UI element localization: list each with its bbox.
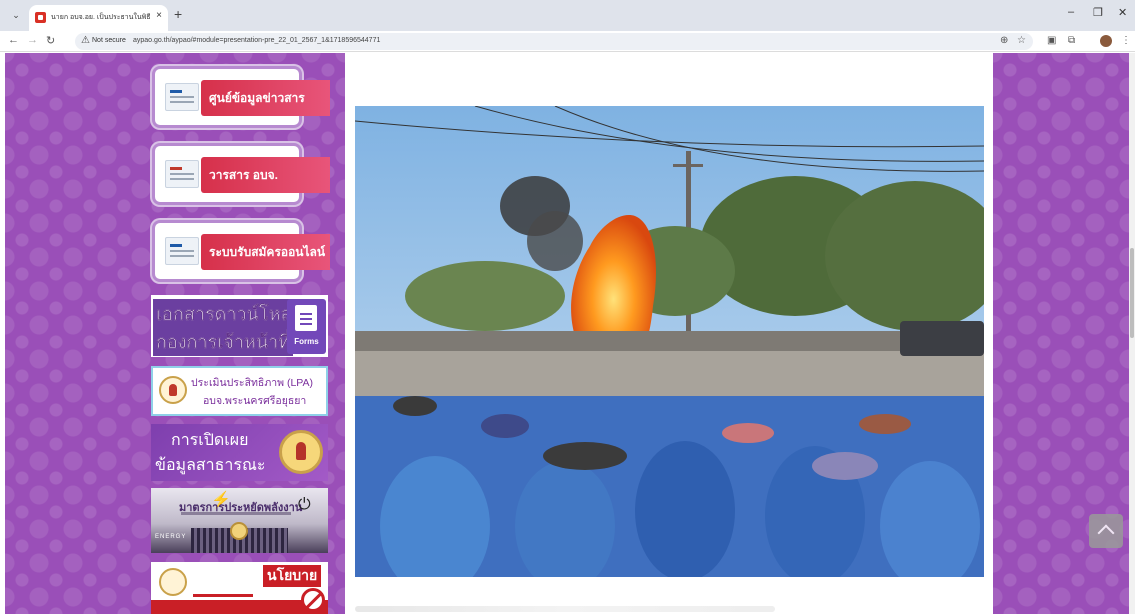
- policy-banner-headline: นโยบาย: [263, 565, 322, 587]
- forms-banner-line2: กองการเจ้าหน้าที่: [153, 327, 294, 356]
- site-favicon-icon: [35, 12, 46, 23]
- news-photo: [355, 106, 984, 577]
- window-close-button[interactable]: ✕: [1118, 6, 1127, 19]
- menu-kebab-icon[interactable]: ⋮: [1121, 35, 1131, 46]
- lpa-banner-line2: อบจ.พระนครศรีอยุธยา: [203, 395, 307, 407]
- online-application-label: ระบบรับสมัครออนไลน์: [201, 234, 330, 270]
- back-arrow-icon[interactable]: ←: [8, 34, 19, 46]
- online-application-link[interactable]: ระบบรับสมัครออนไลน์: [152, 220, 330, 282]
- page-scrollbar[interactable]: [1129, 53, 1135, 614]
- energy-banner-label: ENERGY: [155, 534, 187, 540]
- caption-placeholder: [355, 606, 775, 612]
- fire-drill-photo: [355, 106, 984, 577]
- bookmark-star-icon[interactable]: ☆: [1017, 35, 1026, 46]
- magnifier-application-icon: [165, 237, 199, 265]
- google-forms-icon: Forms: [287, 299, 326, 354]
- browser-toolbar: ← → ↻ ⚠ Not secure aypao.go.th/aypao/#mo…: [0, 31, 1135, 52]
- tab-groups-icon[interactable]: ▣: [1047, 35, 1056, 46]
- pao-seal-icon: [159, 376, 187, 404]
- reload-icon[interactable]: ↻: [46, 34, 55, 47]
- warning-triangle-icon: ⚠: [81, 35, 90, 46]
- energy-banner-subline: [181, 512, 291, 515]
- scrollbar-thumb[interactable]: [1130, 248, 1134, 338]
- lpa-evaluation-banner[interactable]: ประเมินประสิทธิภาพ (LPA) อบจ.พระนครศรีอย…: [151, 366, 328, 416]
- lpa-banner-line1: ประเมินประสิทธิภาพ (LPA): [191, 377, 314, 389]
- tab-search-icon[interactable]: ⌄: [8, 7, 24, 23]
- personnel-forms-banner[interactable]: เอกสารดาวน์โหลด กองการเจ้าหน้าที่ Forms: [151, 295, 328, 357]
- journal-icon: [165, 160, 199, 188]
- forward-arrow-icon[interactable]: →: [27, 34, 38, 46]
- tab-title: นายก อบจ.อย. เป็นประธานในพิธีเปิด: [51, 14, 151, 21]
- tab-close-icon[interactable]: ×: [156, 10, 162, 21]
- pao-seal-icon: [279, 430, 323, 474]
- not-secure-label[interactable]: Not secure: [92, 37, 126, 44]
- window-minimize-button[interactable]: –: [1068, 6, 1074, 18]
- prohibited-icon: [301, 588, 325, 612]
- profile-avatar[interactable]: [1100, 35, 1112, 47]
- window-restore-button[interactable]: ❐: [1093, 6, 1103, 19]
- energy-saving-banner[interactable]: ⚡ มาตรการประหยัดพลังงาน ⏻ ENERGY: [151, 488, 328, 553]
- forms-banner-line1: เอกสารดาวน์โหลด: [153, 299, 307, 328]
- browser-tab[interactable]: นายก อบจ.อย. เป็นประธานในพิธีเปิด ×: [29, 5, 168, 31]
- news-icon: [165, 83, 199, 111]
- extensions-icon[interactable]: ⧉: [1068, 35, 1075, 46]
- plug-icon: ⏻: [298, 496, 311, 513]
- open-data-line2: ข้อมูลสาธารณะ: [155, 457, 266, 474]
- zoom-icon[interactable]: ⊕: [1000, 35, 1008, 46]
- address-bar[interactable]: ⚠ Not secure aypao.go.th/aypao/#module=p…: [75, 33, 1033, 50]
- new-tab-button[interactable]: +: [174, 6, 182, 22]
- policy-banner-subline: [193, 594, 253, 597]
- pao-seal-icon: [159, 568, 187, 596]
- forms-icon-label: Forms: [294, 337, 319, 346]
- open-data-banner[interactable]: การเปิดเผย ข้อมูลสาธารณะ: [151, 424, 328, 481]
- back-to-top-button[interactable]: [1089, 514, 1123, 548]
- policy-banner[interactable]: นโยบาย: [151, 562, 328, 614]
- news-center-link[interactable]: ศูนย์ข้อมูลข่าวสาร: [152, 66, 330, 128]
- url-text[interactable]: aypao.go.th/aypao/#module=presentation-p…: [133, 37, 380, 44]
- journal-link[interactable]: วารสาร อบจ.: [152, 143, 330, 205]
- news-center-label: ศูนย์ข้อมูลข่าวสาร: [201, 80, 330, 116]
- browser-tab-bar: ⌄ นายก อบจ.อย. เป็นประธานในพิธีเปิด × + …: [0, 0, 1135, 31]
- journal-label: วารสาร อบจ.: [201, 157, 330, 193]
- open-data-line1: การเปิดเผย: [171, 432, 249, 449]
- pao-seal-icon: [230, 522, 248, 540]
